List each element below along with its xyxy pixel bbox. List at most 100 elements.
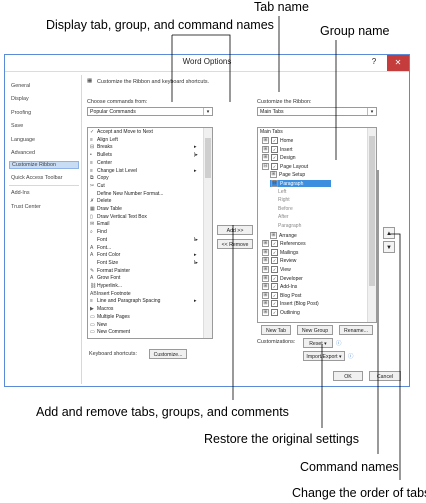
tab-checkbox[interactable]: ✓ [271, 240, 278, 248]
tab-checkbox[interactable]: ✓ [271, 162, 278, 170]
expand-icon[interactable]: ⊞ [262, 309, 269, 316]
tab-checkbox[interactable]: ✓ [271, 309, 278, 316]
nav-general[interactable]: General [11, 83, 30, 89]
command-item[interactable]: ✓ Accept and Move to Next [90, 129, 202, 136]
nav-addins[interactable]: Add-Ins [11, 190, 30, 196]
command-item[interactable]: ⊟ Breaks ▸ [90, 144, 202, 151]
choose-commands-select[interactable]: Popular Commands ▾ [87, 107, 213, 116]
command-item[interactable]: ▭ Multiple Pages [90, 314, 202, 321]
command-item[interactable]: A Grow Font [90, 275, 202, 282]
tree-item[interactable]: ⊞ ✓ Blog Post [262, 291, 301, 299]
remove-button[interactable]: << Remove [217, 239, 253, 249]
import-export-button[interactable]: Import/Export ▾ [303, 351, 345, 361]
expand-icon[interactable]: ⊞ [262, 274, 269, 282]
close-button[interactable]: ✕ [387, 55, 409, 71]
expand-icon[interactable]: ⊞ [270, 171, 277, 179]
expand-icon[interactable]: ⊞ [262, 248, 269, 256]
command-item[interactable]: A Font Color ▸ [90, 252, 202, 259]
nav-customize-ribbon[interactable]: Customize Ribbon [9, 161, 79, 169]
nav-proofing[interactable]: Proofing [11, 110, 31, 116]
move-down-button[interactable]: ▼ [383, 241, 395, 253]
tabs-scrollbar-thumb[interactable] [369, 136, 375, 286]
command-item[interactable]: ▭ New Comment [90, 329, 202, 336]
tab-checkbox[interactable]: ✓ [271, 283, 278, 291]
ribbon-tabs-tree[interactable]: Main Tabs ⊞ ✓ Home ⊞ ✓ Insert ⊞ ✓ Design ⊟ ✓ Page La… [257, 127, 377, 323]
help-button[interactable]: ? [369, 57, 379, 66]
tree-item[interactable]: ⊞ ✓ Review [262, 257, 296, 265]
nav-language[interactable]: Language [11, 137, 35, 143]
expand-icon[interactable]: ⊞ [262, 257, 269, 265]
command-item[interactable]: ▭ New [90, 322, 202, 329]
command-item[interactable]: ≡ Line and Paragraph Spacing ▸ [90, 298, 202, 305]
command-item[interactable]: ≡ Change List Level ▸ [90, 168, 202, 175]
nav-display[interactable]: Display [11, 96, 29, 102]
tree-item[interactable]: ⊞ ✓ Developer [262, 274, 303, 282]
tab-checkbox[interactable]: ✓ [271, 154, 278, 162]
expand-icon[interactable]: ⊞ [270, 231, 277, 239]
tree-item[interactable]: Right [278, 197, 290, 203]
tab-checkbox[interactable]: ✓ [271, 257, 278, 265]
tree-item[interactable]: ⊞ Page Setup [270, 171, 305, 179]
nav-trust-center[interactable]: Trust Center [11, 204, 41, 210]
command-item[interactable]: Font Size I▸ [90, 260, 202, 267]
nav-save[interactable]: Save [11, 123, 23, 129]
command-item[interactable]: ≡ Align Left [90, 137, 202, 144]
command-item[interactable]: ✂ Cut [90, 183, 202, 190]
command-item[interactable]: Define New Number Format... [90, 191, 202, 198]
command-item[interactable]: ✎ Format Painter [90, 268, 202, 275]
customize-shortcuts-button[interactable]: Customize... [149, 349, 187, 359]
tab-checkbox[interactable]: ✓ [271, 291, 278, 299]
tree-item[interactable]: ⊞ ✓ Outlining [262, 309, 300, 316]
collapse-icon[interactable]: ⊟ [271, 180, 278, 187]
command-item[interactable]: ▦ Draw Table [90, 206, 202, 213]
expand-icon[interactable]: ⊞ [262, 240, 269, 248]
tab-checkbox[interactable]: ✓ [271, 300, 278, 308]
command-item[interactable]: ≡ Center [90, 160, 202, 167]
tree-item[interactable]: ⊟ Paragraph [270, 180, 331, 187]
command-item[interactable]: A Font... [90, 245, 202, 252]
tab-checkbox[interactable]: ✓ [271, 248, 278, 256]
tab-checkbox[interactable]: ✓ [271, 274, 278, 282]
tree-item[interactable]: After [278, 214, 289, 220]
new-group-button[interactable]: New Group [297, 325, 333, 335]
tree-item[interactable]: ⊞ ✓ References [262, 240, 306, 248]
command-item[interactable]: Font I▸ [90, 237, 202, 244]
tree-item[interactable]: ⊞ ✓ Home [262, 137, 293, 144]
tree-item[interactable]: ⊞ ✓ Insert [262, 145, 293, 153]
command-item[interactable]: ▶ Macros [90, 306, 202, 313]
command-item[interactable]: ▯ Draw Vertical Text Box [90, 214, 202, 221]
commands-list[interactable]: ✓ Accept and Move to Next ≡ Align Left ⊟ Brea… [87, 127, 213, 339]
tree-item[interactable]: ⊞ ✓ View [262, 266, 291, 273]
command-item[interactable]: ✉ Email [90, 221, 202, 228]
cancel-button[interactable]: Cancel [369, 371, 401, 381]
tab-checkbox[interactable]: ✓ [271, 266, 278, 273]
expand-icon[interactable]: ⊞ [262, 145, 269, 153]
expand-icon[interactable]: ⊞ [262, 266, 269, 273]
expand-icon[interactable]: ⊞ [262, 154, 269, 162]
move-up-button[interactable]: ▲ [383, 227, 395, 239]
ok-button[interactable]: OK [333, 371, 363, 381]
expand-icon[interactable]: ⊞ [262, 291, 269, 299]
tree-item[interactable]: ⊟ ✓ Page Layout [262, 162, 308, 170]
tree-item[interactable]: ⊞ ✓ Design [262, 154, 296, 162]
tree-item[interactable]: ⊞ ✓ Add-Ins [262, 283, 297, 291]
command-item[interactable]: ⧉ Copy [90, 175, 202, 182]
tabs-scrollbar[interactable] [367, 128, 376, 322]
new-tab-button[interactable]: New Tab [261, 325, 291, 335]
command-item[interactable]: ⛓Hyperlink... [90, 283, 202, 290]
nav-quick-access[interactable]: Quick Access Toolbar [11, 175, 62, 181]
tree-item[interactable]: Before [278, 206, 293, 212]
rename-button[interactable]: Rename... [339, 325, 373, 335]
tree-item[interactable]: ⊞ ✓ Mailings [262, 248, 298, 256]
tree-item[interactable]: ⊞ ✓ Insert (Blog Post) [262, 300, 319, 308]
expand-icon[interactable]: ⊞ [262, 300, 269, 308]
expand-icon[interactable]: ⊞ [262, 283, 269, 291]
collapse-icon[interactable]: ⊟ [262, 162, 269, 170]
tab-checkbox[interactable]: ✓ [271, 145, 278, 153]
customize-ribbon-select[interactable]: Main Tabs ▾ [257, 107, 377, 116]
add-button[interactable]: Add >> [217, 225, 253, 235]
tree-item[interactable]: Paragraph [278, 223, 301, 229]
commands-scrollbar[interactable] [203, 128, 212, 338]
expand-icon[interactable]: ⊞ [262, 137, 269, 144]
tab-checkbox[interactable]: ✓ [271, 137, 278, 144]
